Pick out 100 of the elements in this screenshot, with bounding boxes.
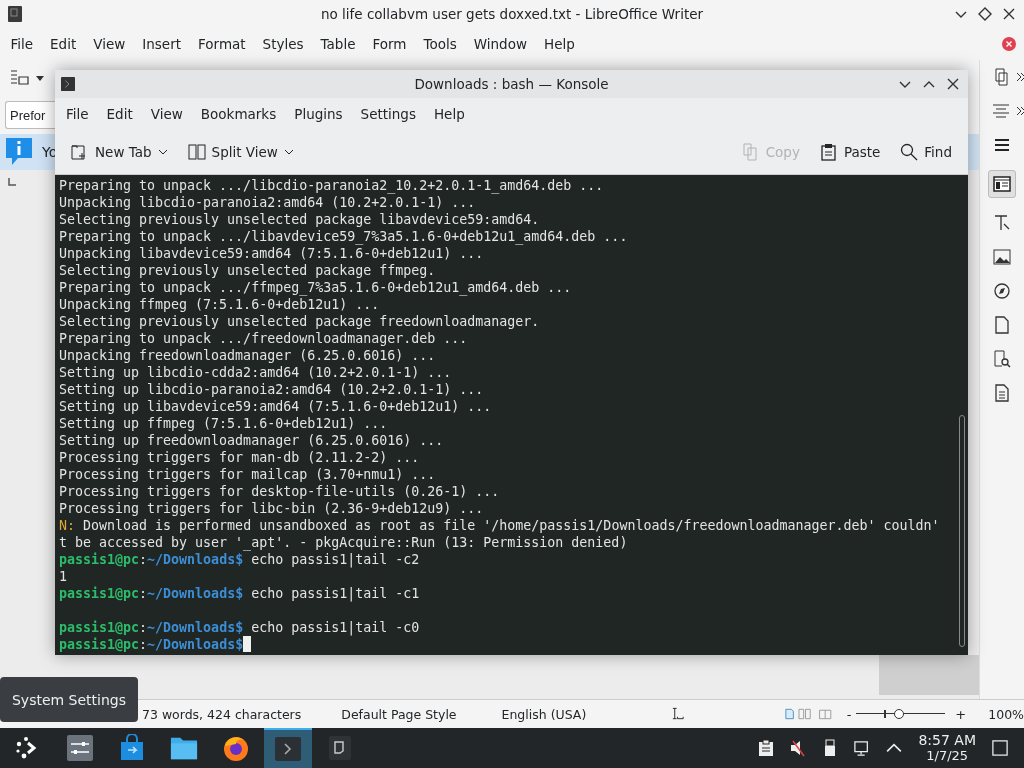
more-icon[interactable] (1016, 106, 1024, 116)
gallery-icon[interactable] (993, 248, 1011, 266)
notice-prefix: N: (59, 517, 75, 534)
prompt-separator: : (139, 636, 148, 653)
menu-item[interactable]: Help (535, 36, 584, 52)
close-document-icon[interactable] (1002, 37, 1016, 51)
clipboard-icon[interactable] (758, 739, 775, 757)
prompt-user: passis1@pc (59, 551, 140, 568)
terminal-line: Preparing to unpack .../libcdio-paranoia2_10.2+2.0.1-1_amd64.deb ... (59, 177, 605, 194)
properties-icon[interactable] (993, 175, 1011, 193)
terminal-line: Preparing to unpack .../ffmpeg_7%3a5.1.6-0+deb12u1_amd64.deb ... (59, 279, 573, 296)
copy-icon[interactable] (992, 68, 1010, 86)
prompt-separator: : (139, 551, 148, 568)
close-icon[interactable] (946, 77, 960, 91)
navigator-icon[interactable] (993, 282, 1011, 300)
menu-item[interactable]: Form (364, 36, 415, 52)
search-icon (900, 143, 919, 161)
text-cursor-icon (671, 707, 685, 721)
prompt-user: passis1@pc (59, 636, 140, 653)
language: English (USA) (501, 706, 587, 722)
menu-item[interactable]: Settings (351, 106, 425, 122)
terminal-line: Setting up libavdevice59:amd64 (7:5.1.6-0+deb12u1) ... (59, 398, 493, 415)
prompt-user: passis1@pc (59, 619, 140, 636)
prompt-path: ~/Downloads$ (147, 636, 244, 653)
caret-icon[interactable] (36, 75, 44, 81)
menu-item[interactable]: Insert (133, 36, 190, 52)
terminal-line: Unpacking freedownloadmanager (6.25.0.6016) ... (59, 347, 437, 364)
page-icon[interactable] (993, 316, 1011, 334)
paragraph-style-field[interactable]: Prefor (5, 101, 55, 129)
network-icon[interactable] (854, 739, 871, 757)
menu-item[interactable]: File (57, 106, 98, 122)
tooltip: System Settings (0, 677, 138, 722)
align-center-icon[interactable] (992, 102, 1010, 120)
terminal-line: Setting up freedownloadmanager (6.25.0.6016) ... (59, 432, 445, 449)
copy-icon (741, 143, 760, 161)
terminal-line: Unpacking libcdio-paranoia2:amd64 (10.2+2.0.1-1) ... (59, 194, 477, 211)
info-icon (6, 138, 32, 166)
window-title: no life collabvm user gets doxxed.txt - LibreOffice Writer (320, 6, 704, 22)
menu-item[interactable]: Bookmarks (191, 106, 286, 122)
find-button[interactable]: Find (892, 139, 960, 165)
terminal-line: Setting up libcdio-paranoia2:amd64 (10.2+2.0.1-1) ... (59, 381, 485, 398)
sidebar-deck-icon[interactable] (10, 69, 30, 87)
command: echo passis1|tail -c2 (250, 551, 420, 568)
new-tab-button[interactable]: New Tab (63, 139, 176, 165)
command: echo passis1|tail -c1 (250, 585, 420, 602)
prompt-path: ~/Downloads$ (147, 619, 244, 636)
terminal-icon[interactable] (264, 728, 312, 768)
page-style: Default Page Style (341, 706, 457, 722)
clock[interactable]: 8:57 AM 1/7/25 (918, 733, 976, 763)
close-icon[interactable] (1002, 7, 1016, 21)
prompt-separator: : (139, 619, 148, 636)
terminal-line: 1 (59, 568, 68, 585)
terminal-line: Selecting previously unselected package freedownloadmanager. (59, 313, 541, 330)
menu-item[interactable]: Tools (415, 36, 466, 52)
show-desktop-icon[interactable] (992, 739, 1008, 757)
zoom-in-button[interactable]: + (955, 706, 967, 722)
terminal-line: Selecting previously unselected package libavdevice59:amd64. (59, 211, 541, 228)
find-replace-icon[interactable] (993, 350, 1011, 368)
command: echo passis1|tail -c0 (250, 619, 420, 636)
terminal-line: Processing triggers for libc-bin (2.36-9+deb12u9) ... (59, 500, 485, 517)
document-icon[interactable] (993, 384, 1011, 402)
terminal-line: Selecting previously unselected package ffmpeg. (59, 262, 437, 279)
menu-item[interactable]: Format (189, 36, 255, 52)
properties-tab[interactable] (988, 170, 1016, 198)
more-icon[interactable] (1016, 72, 1024, 82)
zoom-slider[interactable] (855, 708, 946, 720)
split-view-button[interactable]: Split View (179, 139, 302, 165)
window-title: Downloads : bash — Konsole (414, 76, 609, 92)
styles-icon[interactable] (993, 214, 1011, 232)
terminal-line: t be accessed by user '_apt'. - pkgAcquire::Run (13: Permission denied) (59, 534, 629, 551)
zoom-percent: 100% (988, 706, 1024, 722)
volume-muted-icon[interactable] (790, 739, 807, 757)
app-icon (8, 6, 22, 22)
menu-item[interactable]: Window (465, 36, 536, 52)
caret-icon[interactable] (157, 149, 168, 155)
menu-item[interactable]: Styles (254, 36, 313, 52)
prompt-path: ~/Downloads$ (147, 585, 244, 602)
maximize-icon[interactable] (978, 7, 992, 21)
menu-item[interactable]: View (141, 106, 192, 122)
zoom-out-button[interactable]: - (846, 706, 852, 722)
terminal-line: Unpacking ffmpeg (7:5.1.6-0+deb12u1) ... (59, 296, 381, 313)
menu-item[interactable]: View (84, 36, 134, 52)
terminal-app-icon (61, 76, 75, 92)
paste-button[interactable]: Paste (811, 139, 889, 165)
clipboard-icon (819, 143, 838, 161)
scrollbar[interactable] (879, 655, 979, 695)
terminal-line: Setting up libcdio-cdda2:amd64 (10.2+2.0.1-1) ... (59, 364, 453, 381)
menu-item[interactable]: File (2, 36, 42, 52)
menu-item[interactable]: Edit (97, 106, 142, 122)
menu-item[interactable]: Help (424, 106, 474, 122)
terminal-line: Setting up ffmpeg (7:5.1.6-0+deb12u1) ... (59, 415, 389, 432)
caret-icon[interactable] (283, 149, 294, 155)
terminal-line: Preparing to unpack .../libavdevice59_7%3a5.1.6-0+deb12u1_amd64.deb ... (59, 228, 629, 245)
split-view-icon (187, 143, 206, 161)
menu-item[interactable]: Plugins (285, 106, 352, 122)
prompt-path: ~/Downloads$ (147, 551, 244, 568)
menu-item[interactable]: Edit (41, 36, 85, 52)
terminal-line: Processing triggers for man-db (2.11.2-2) ... (59, 449, 421, 466)
menu-icon[interactable] (993, 136, 1011, 154)
menu-item[interactable]: Table (312, 36, 364, 52)
